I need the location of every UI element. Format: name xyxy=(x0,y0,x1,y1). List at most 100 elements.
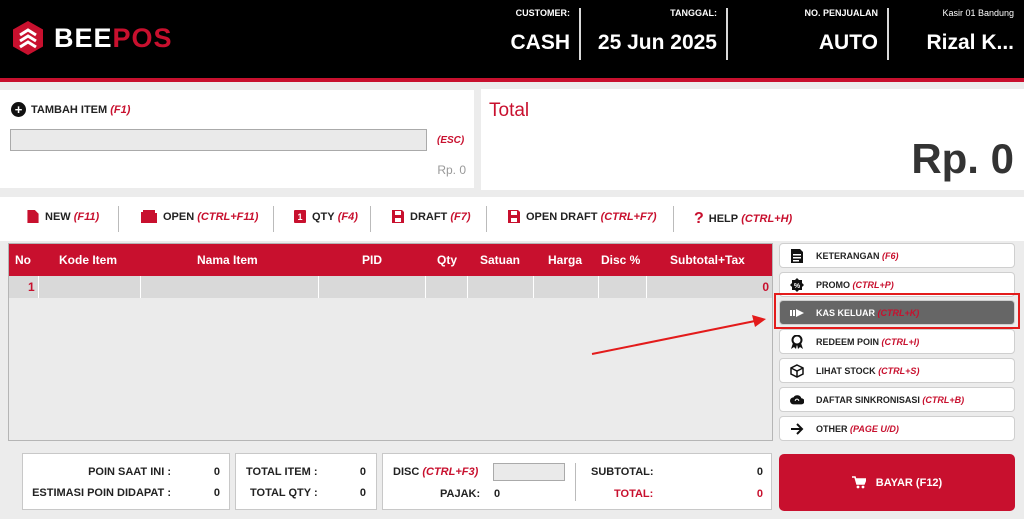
disc-shortcut: (CTRL+F3) xyxy=(422,466,479,478)
cell-divider xyxy=(318,276,319,298)
no-penjualan-block: NO. PENJUALAN AUTO xyxy=(804,8,878,62)
ribbon-award-icon xyxy=(791,334,803,349)
promo-badge-icon: % xyxy=(790,277,804,292)
table-row[interactable]: 1 0 xyxy=(9,276,772,298)
cell-divider xyxy=(38,276,39,298)
lihat-stock-button[interactable]: LIHAT STOCK (CTRL+S) xyxy=(779,358,1015,383)
promo-label: PROMO xyxy=(816,279,851,290)
kasir-label: Kasir 01 Bandung xyxy=(942,8,1014,18)
daftar-sinkronisasi-button[interactable]: DAFTAR SINKRONISASI (CTRL+B) xyxy=(779,387,1015,412)
qty-button[interactable]: 1 QTY (F4) xyxy=(294,210,358,223)
total-panel: Total Rp. 0 xyxy=(481,89,1024,190)
no-penjualan-value: AUTO xyxy=(818,31,878,54)
folder-icon xyxy=(141,210,157,223)
cell-divider xyxy=(598,276,599,298)
tambah-item-label: TAMBAH ITEM xyxy=(31,103,108,116)
promo-shortcut: (CTRL+P) xyxy=(852,279,894,290)
item-price: Rp. 0 xyxy=(437,163,466,177)
draft-shortcut: (F7) xyxy=(450,210,471,223)
other-shortcut: (PAGE U/D) xyxy=(850,423,899,434)
header-divider xyxy=(726,8,728,60)
disc-label-group: DISC (CTRL+F3) xyxy=(393,466,478,478)
arrow-right-icon xyxy=(791,422,804,435)
keterangan-label: KETERANGAN xyxy=(816,250,880,261)
total-value: 0 xyxy=(756,488,763,500)
cart-icon xyxy=(851,476,866,489)
total-item-label: TOTAL ITEM : xyxy=(246,466,318,478)
qty-number-icon: 1 xyxy=(294,210,306,223)
qty-shortcut: (F4) xyxy=(337,210,358,223)
keterangan-button[interactable]: KETERANGAN (F6) xyxy=(779,243,1015,268)
total-qty-label: TOTAL QTY : xyxy=(250,487,318,499)
help-button[interactable]: ? HELP (CTRL+H) xyxy=(694,210,792,228)
table-header: No Kode Item Nama Item PID Qty Satuan Ha… xyxy=(9,244,772,276)
disc-input[interactable] xyxy=(493,463,565,481)
toolbar-divider xyxy=(486,206,487,232)
other-label: OTHER xyxy=(816,423,848,434)
svg-text:%: % xyxy=(794,283,801,290)
keterangan-shortcut: (F6) xyxy=(882,250,899,261)
redeem-poin-label: REDEEM POIN xyxy=(816,336,880,347)
subtotal-label: SUBTOTAL: xyxy=(591,466,654,478)
other-button[interactable]: OTHER (PAGE U/D) xyxy=(779,416,1015,441)
customer-value: CASH xyxy=(510,31,570,54)
new-button[interactable]: NEW (F11) xyxy=(27,210,99,223)
payment-summary: DISC (CTRL+F3) PAJAK: 0 SUBTOTAL: 0 TOTA… xyxy=(382,453,772,510)
daftar-sinkronisasi-shortcut: (CTRL+B) xyxy=(922,394,965,405)
save-icon xyxy=(508,210,520,223)
total-qty-value: 0 xyxy=(359,487,366,499)
lihat-stock-label: LIHAT STOCK xyxy=(816,365,876,376)
open-shortcut: (CTRL+F11) xyxy=(197,210,259,223)
help-label: HELP xyxy=(708,213,739,225)
lihat-stock-shortcut: (CTRL+S) xyxy=(878,365,920,376)
help-shortcut: (CTRL+H) xyxy=(741,213,793,225)
esc-shortcut: (ESC) xyxy=(437,135,465,146)
column-header: Subtotal+Tax xyxy=(670,253,745,267)
open-button[interactable]: OPEN (CTRL+F11) xyxy=(141,210,258,223)
tanggal-value: 25 Jun 2025 xyxy=(597,31,717,54)
toolbar-divider xyxy=(673,206,674,232)
kasir-block: Kasir 01 Bandung Rizal K... xyxy=(926,8,1014,62)
column-header: Satuan xyxy=(480,253,521,267)
tanggal-block: TANGGAL: 25 Jun 2025 xyxy=(598,8,717,62)
estimasi-poin-label: ESTIMASI POIN DIDAPAT : xyxy=(32,487,171,499)
column-header: Disc % xyxy=(601,253,641,267)
open-draft-button[interactable]: OPEN DRAFT (CTRL+F7) xyxy=(508,210,656,223)
kas-keluar-highlight xyxy=(774,293,1020,329)
column-header: Nama Item xyxy=(197,253,258,267)
item-search-input[interactable] xyxy=(10,129,427,151)
column-header: Qty xyxy=(437,253,458,267)
subtotal-value: 0 xyxy=(756,466,763,478)
cloud-sync-icon xyxy=(790,394,804,404)
column-header: No xyxy=(15,253,31,267)
total-amount: Rp. 0 xyxy=(911,135,1014,182)
open-draft-shortcut: (CTRL+F7) xyxy=(600,210,657,223)
item-summary: TOTAL ITEM : 0 TOTAL QTY : 0 xyxy=(235,453,377,510)
new-shortcut: (F11) xyxy=(73,210,100,223)
plus-circle-icon: + xyxy=(11,102,26,117)
daftar-sinkronisasi-label: DAFTAR SINKRONISASI xyxy=(816,394,920,405)
bayar-label: BAYAR (F12) xyxy=(875,476,943,489)
svg-text:1: 1 xyxy=(297,212,302,222)
qty-label: QTY xyxy=(312,210,335,223)
logo-text-pos: POS xyxy=(112,22,173,53)
estimasi-poin-value: 0 xyxy=(213,487,220,499)
new-label: NEW xyxy=(45,210,71,223)
total-label: TOTAL: xyxy=(614,488,654,500)
document-icon xyxy=(791,248,803,263)
toolbar-divider xyxy=(370,206,371,232)
logo-text-bee: BEE xyxy=(54,22,113,53)
customer-block[interactable]: CUSTOMER: CASH xyxy=(510,8,570,62)
toolbar-divider xyxy=(273,206,274,232)
add-item-panel: + TAMBAH ITEM (F1) (ESC) Rp. 0 xyxy=(0,90,474,188)
draft-label: DRAFT xyxy=(410,210,448,223)
cell-divider xyxy=(533,276,534,298)
save-icon xyxy=(392,210,404,223)
redeem-poin-button[interactable]: REDEEM POIN (CTRL+I) xyxy=(779,329,1015,354)
new-file-icon xyxy=(27,210,39,223)
app-header: BEEPOS CUSTOMER: CASH TANGGAL: 25 Jun 20… xyxy=(0,0,1024,78)
total-heading: Total xyxy=(489,100,530,121)
customer-label: CUSTOMER: xyxy=(515,8,570,18)
bayar-button[interactable]: BAYAR (F12) xyxy=(779,454,1015,511)
draft-button[interactable]: DRAFT (F7) xyxy=(392,210,471,223)
